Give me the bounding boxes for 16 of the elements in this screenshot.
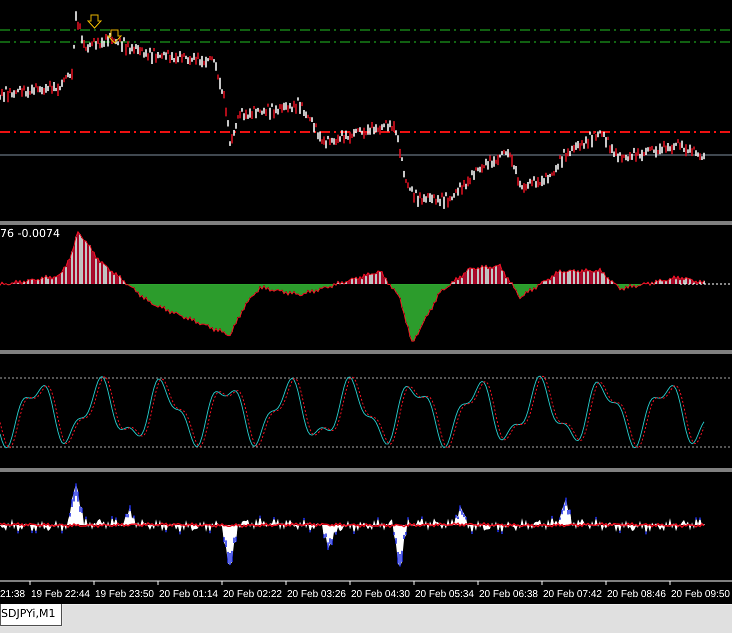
time-label: 20 Feb 05:34 (415, 589, 474, 600)
time-label: 20 Feb 04:30 (351, 589, 410, 600)
indicator-readout: 76 -0.0074 (0, 227, 60, 240)
down-arrow-icon (106, 30, 122, 44)
time-label: 21:38 (0, 589, 26, 600)
down-arrow-icon (86, 14, 102, 29)
time-label: 19 Feb 22:44 (31, 589, 90, 600)
time-label: 20 Feb 06:38 (479, 589, 538, 600)
time-label: 20 Feb 08:46 (607, 589, 666, 600)
time-label: 20 Feb 03:26 (287, 589, 346, 600)
time-label: 20 Feb 02:22 (223, 589, 282, 600)
chart-tab[interactable]: SDJPYi,M1 (0, 604, 62, 626)
time-label: 20 Feb 09:50 (671, 589, 730, 600)
time-label: 20 Feb 07:42 (543, 589, 602, 600)
time-label: 19 Feb 23:50 (95, 589, 154, 600)
time-label: 20 Feb 01:14 (159, 589, 218, 600)
